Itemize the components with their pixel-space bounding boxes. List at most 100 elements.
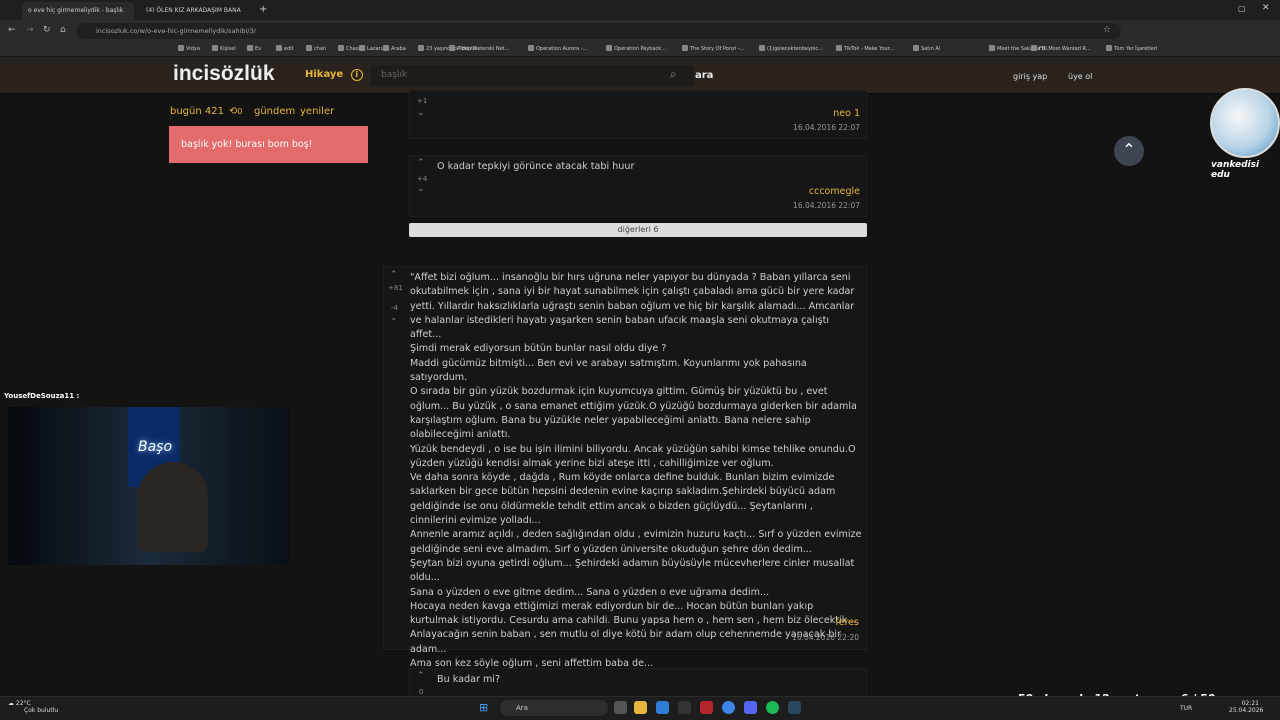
folder-icon <box>338 45 344 51</box>
downvote-icon[interactable]: ⌄ <box>417 108 425 118</box>
terminal-icon[interactable] <box>700 701 713 714</box>
bookmark-label: Operation Payback... <box>614 46 666 52</box>
chrome-icon[interactable] <box>722 701 735 714</box>
url-text: incisozluk.co/w/o-eve-hic-girmemeliydik/… <box>96 27 256 35</box>
search-icon[interactable]: ⌕ <box>670 67 677 82</box>
bookmark-item[interactable]: Satın Al <box>913 42 940 57</box>
bookmark-item[interactable]: edit <box>276 42 294 57</box>
folder-icon <box>528 45 534 51</box>
bookmark-item[interactable]: TikTok - Make Your... <box>836 42 894 57</box>
steam-icon[interactable] <box>788 701 801 714</box>
login-link[interactable]: giriş yap <box>1013 72 1047 81</box>
file-explorer-icon[interactable] <box>634 701 647 714</box>
tab-label: o eve hiç girmemeliydik - başlık <box>28 7 124 14</box>
bookmark-label: Ev <box>255 46 262 52</box>
back-icon[interactable]: ← <box>8 25 16 35</box>
bookmark-item[interactable]: chan <box>306 42 326 57</box>
news-link[interactable]: yeniler <box>300 106 334 117</box>
upvote-icon[interactable]: ⌃ <box>417 158 425 168</box>
folder-icon <box>836 45 842 51</box>
clock[interactable]: 02:21 25.04.2026 <box>1229 700 1263 714</box>
search-button[interactable]: ara <box>695 70 713 81</box>
downvote-icon[interactable]: ⌄ <box>417 184 425 194</box>
bookmark-label: FBI Most Wanted R... <box>1039 46 1091 52</box>
upvote-icon[interactable]: ⌃ <box>390 270 398 280</box>
vote-count: +4 <box>417 175 428 183</box>
logo-text: incisözlük <box>173 62 275 85</box>
folder-icon <box>418 45 424 51</box>
scroll-top-button[interactable]: ⌃ <box>1114 136 1144 166</box>
search-placeholder: başlık <box>381 70 408 80</box>
folder-icon <box>276 45 282 51</box>
chevron-up-icon: ⌃ <box>1122 140 1136 159</box>
bookmark-item[interactable]: Tüm Yer İşaretleri <box>1106 42 1157 57</box>
folder-icon <box>178 45 184 51</box>
weather-widget[interactable]: ☁ 22°C Çok bulutlu <box>8 700 58 714</box>
bookmark-item[interactable]: Operation Payback... <box>606 42 666 57</box>
language-indicator[interactable]: TUR <box>1180 705 1192 712</box>
folder-icon <box>989 45 995 51</box>
upvote-icon[interactable]: ⌃ <box>417 671 425 681</box>
empty-topics-banner: başlık yok! burası bom boş! <box>169 126 368 163</box>
downvote-icon[interactable]: ⌄ <box>390 313 398 323</box>
cat-avatar <box>1210 88 1280 158</box>
bookmark-item[interactable]: Operation Aurora -... <box>528 42 587 57</box>
bookmark-item[interactable]: Aiden Pleterski Net... <box>449 42 509 57</box>
folder-icon <box>212 45 218 51</box>
reload-icon[interactable]: ↻ <box>43 25 51 35</box>
vote-count: +1 <box>417 97 428 105</box>
app-icon[interactable] <box>678 701 691 714</box>
bookmark-item[interactable]: Ev <box>247 42 261 57</box>
bookmark-item[interactable]: Kişisel <box>212 42 236 57</box>
today-link[interactable]: bugün 421 <box>170 106 224 117</box>
close-window-icon[interactable]: ✕ <box>1262 3 1270 13</box>
folder-icon <box>359 45 365 51</box>
info-icon[interactable]: i <box>350 69 363 81</box>
store-icon[interactable] <box>656 701 669 714</box>
upvote-count: +81 <box>388 284 403 292</box>
forward-icon[interactable]: → <box>26 25 34 35</box>
site-logo[interactable]: incisözlük <box>173 62 275 86</box>
more-entries-button[interactable]: diğerleri 6 <box>409 223 867 237</box>
folder-icon <box>1031 45 1037 51</box>
browser-tab-active[interactable]: o eve hiç girmemeliydik - başlık <box>22 2 134 20</box>
bookmark-item[interactable]: FBI Most Wanted R... <box>1031 42 1091 57</box>
entry-date[interactable]: 16.04.2016 22:07 <box>700 123 860 132</box>
entry-text: O kadar tepkiyi görünce atacak tabi huur <box>437 161 635 172</box>
section-title[interactable]: Hikaye i <box>305 69 363 81</box>
new-tab-icon[interactable]: + <box>259 4 267 15</box>
entry-author[interactable]: feres <box>700 617 859 628</box>
maximize-icon[interactable]: ▢ <box>1238 4 1246 13</box>
bookmark-item[interactable]: The Story Of Ponzi -... <box>682 42 744 57</box>
home-icon[interactable]: ⌂ <box>60 25 66 35</box>
taskbar-search[interactable]: Ara <box>500 700 608 716</box>
entry-date[interactable]: 16.04.2016 22:20 <box>700 633 859 642</box>
streamer <box>138 462 208 552</box>
entry-date[interactable]: 16.04.2016 22:07 <box>700 201 860 210</box>
discord-icon[interactable] <box>744 701 757 714</box>
bookmark-label: Tüm Yer İşaretleri <box>1114 46 1158 52</box>
recycle-counter[interactable]: ⟲0 <box>229 106 242 117</box>
spotify-icon[interactable] <box>766 701 779 714</box>
browser-tab[interactable]: (4) ÖLEN KIZ ARKADAŞIM BANA <box>140 2 254 20</box>
bookmark-label: Satın Al <box>921 46 941 52</box>
url-input[interactable]: incisozluk.co/w/o-eve-hic-girmemeliydik/… <box>76 23 1121 39</box>
signup-link[interactable]: üye ol <box>1068 72 1092 81</box>
bookmark-label: Aiden Pleterski Net... <box>457 46 510 52</box>
neon-sign: Başo <box>138 439 173 455</box>
bookmark-item[interactable]: (1)gelecektenbeyoic... <box>759 42 823 57</box>
agenda-link[interactable]: gündem <box>254 106 295 117</box>
tab-label: (4) ÖLEN KIZ ARKADAŞIM BANA <box>146 7 241 14</box>
start-icon[interactable]: ⊞ <box>479 701 488 714</box>
search-input[interactable]: başlık <box>371 65 694 86</box>
entry-author[interactable]: cccomegle <box>700 186 860 197</box>
recycle-count: 0 <box>237 107 243 116</box>
bookmark-label: Araba <box>391 46 406 52</box>
bookmark-item[interactable]: Vidya <box>178 42 200 57</box>
bookmark-item[interactable]: Araba <box>383 42 406 57</box>
webcam-feed: Başo <box>8 407 289 565</box>
bookmark-star-icon[interactable]: ☆ <box>1103 25 1111 35</box>
bookmark-item[interactable]: Chao <box>338 42 359 57</box>
task-view-icon[interactable] <box>614 701 627 714</box>
entry-author[interactable]: neo 1 <box>700 108 860 119</box>
